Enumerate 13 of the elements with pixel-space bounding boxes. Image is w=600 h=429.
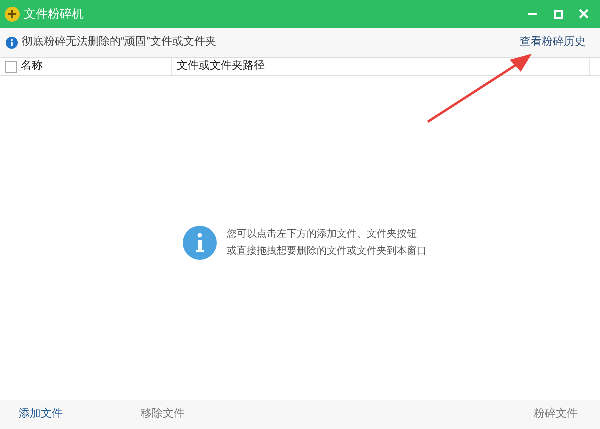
info-icon <box>6 36 18 48</box>
select-all-checkbox[interactable] <box>5 60 17 72</box>
footer-button[interactable]: 添加文件 <box>19 406 63 423</box>
hint-text: 您可以点击左下方的添加文件、文件夹按钮 <box>227 228 418 242</box>
app-logo-icon <box>5 6 20 22</box>
column-header: 文件或文件夹路径 <box>177 58 265 74</box>
notice-text: 彻底粉碎无法删除的“顽固”文件或文件夹 <box>22 34 216 50</box>
column-header: 名称 <box>21 59 43 74</box>
window-title: 文件粉碎机 <box>24 6 84 23</box>
history-link[interactable]: 查看粉碎历史 <box>520 34 586 51</box>
info-icon <box>183 226 217 260</box>
close-icon <box>579 9 589 19</box>
hint-text: 或直接拖拽想要删除的文件或文件夹到本窗口 <box>227 244 427 258</box>
